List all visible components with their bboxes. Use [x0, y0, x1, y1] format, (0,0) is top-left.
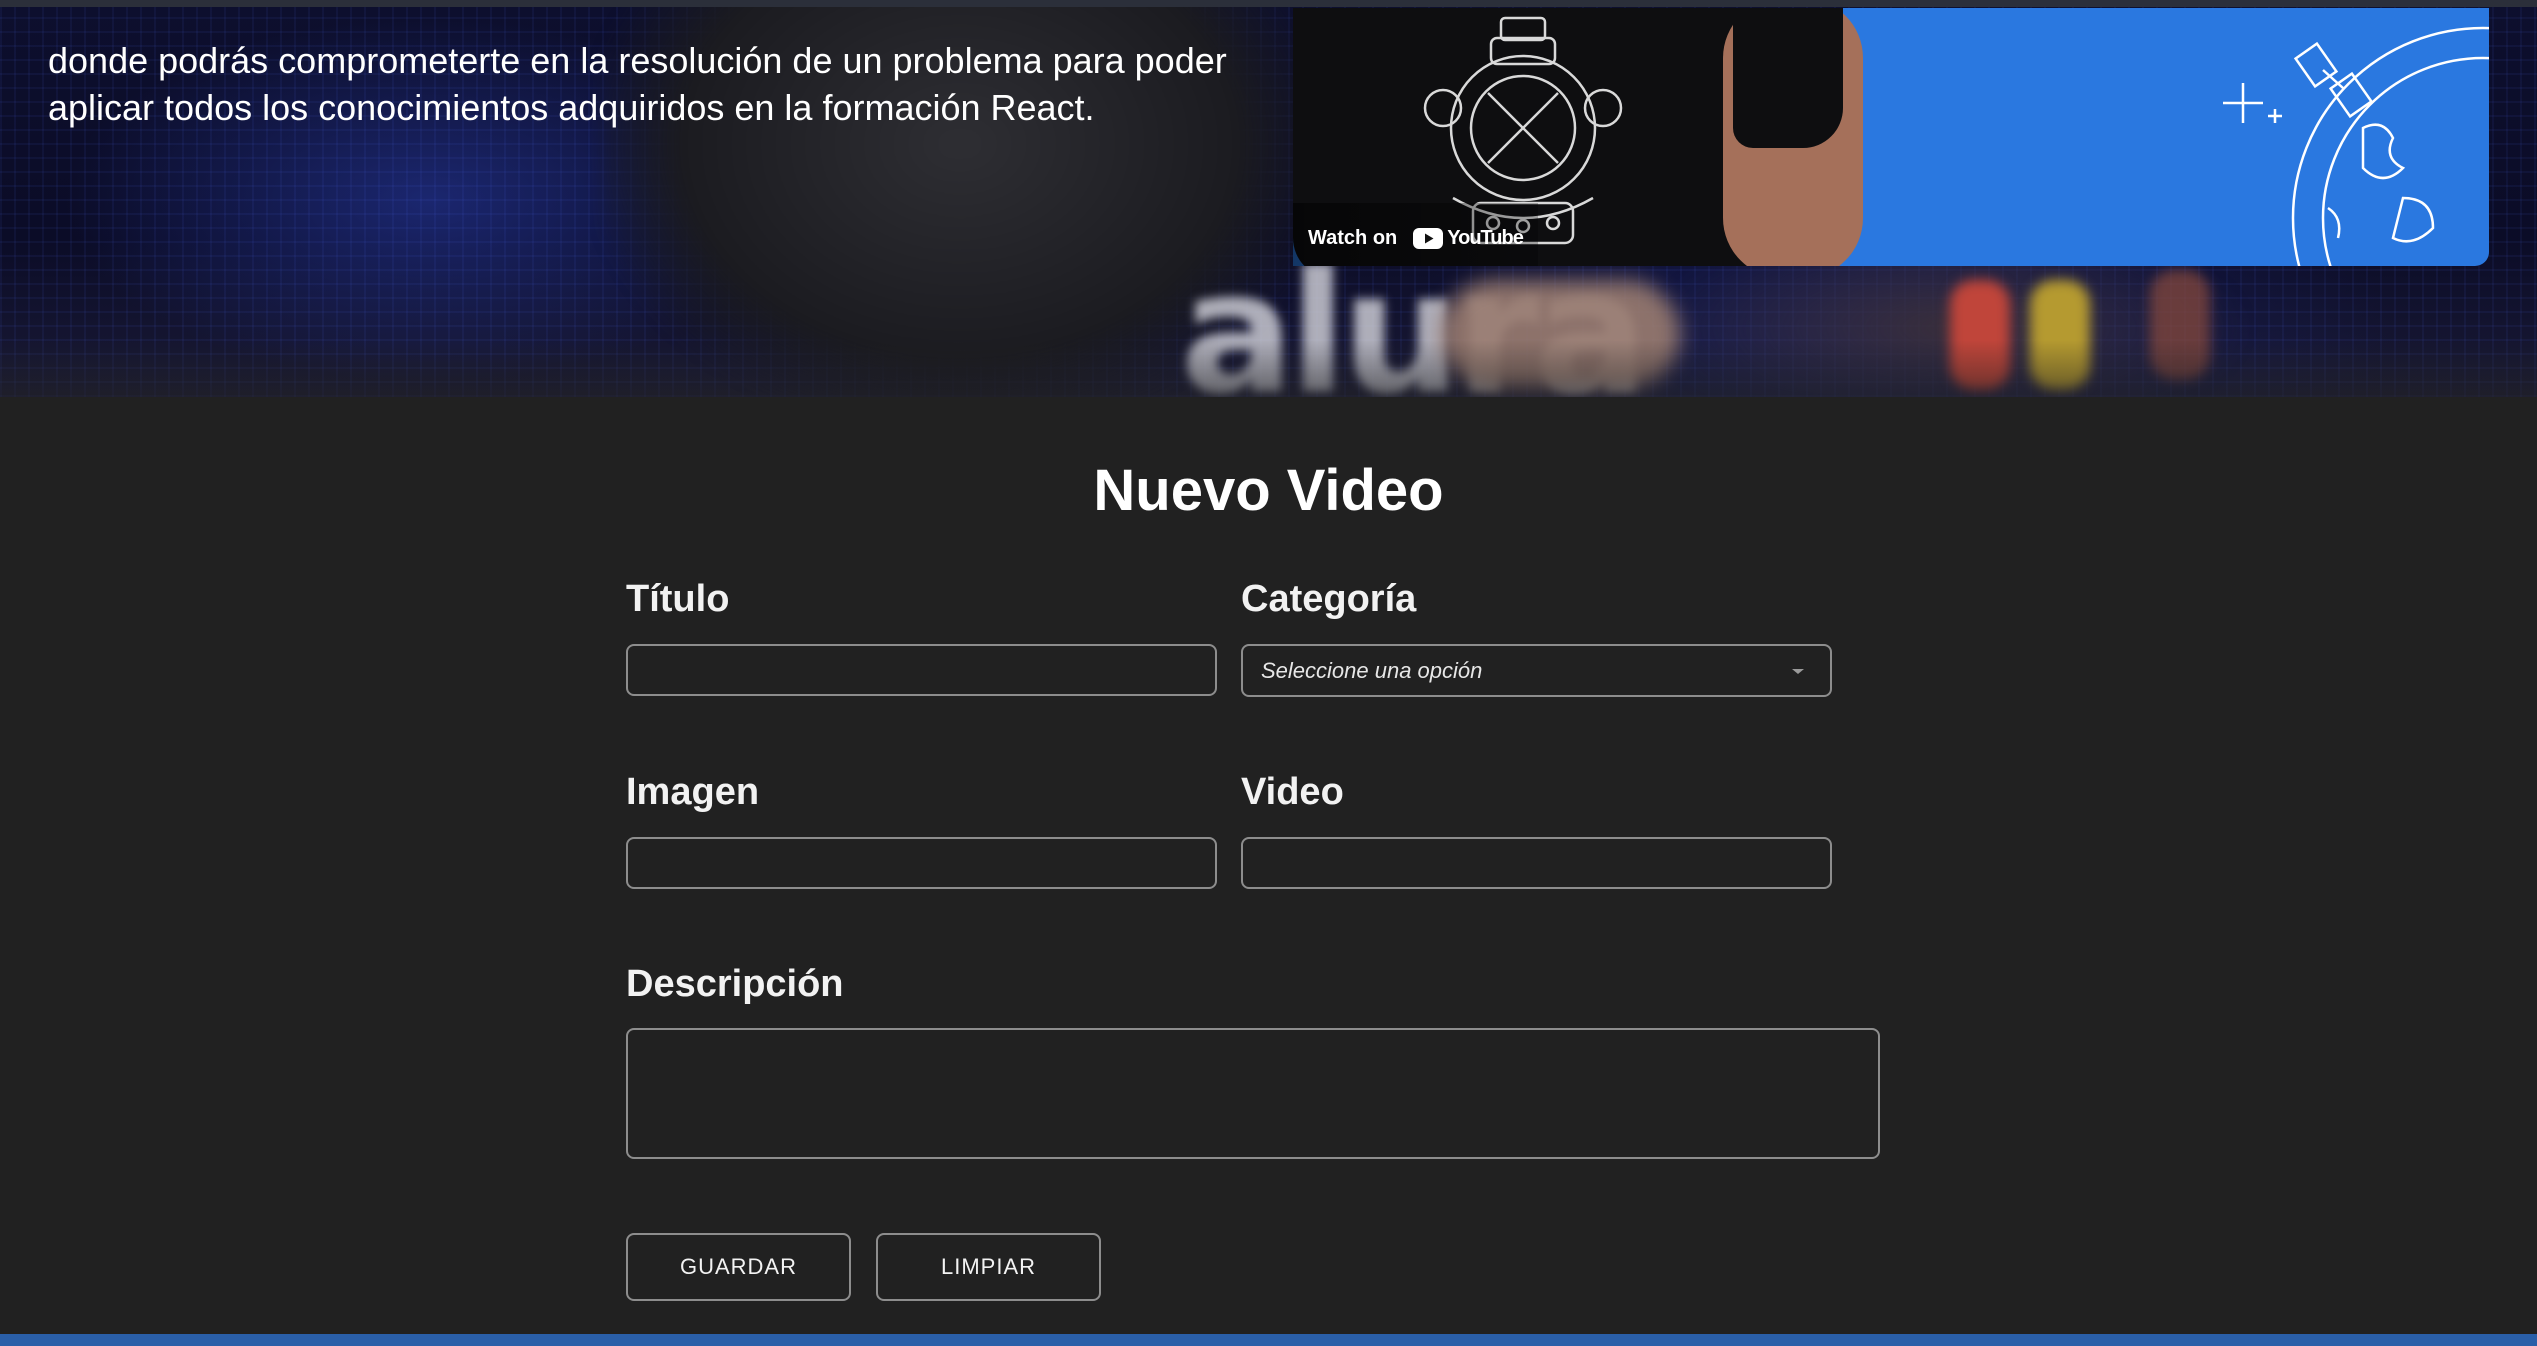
categoria-selected-value: Seleccione una opción: [1261, 658, 1483, 683]
watch-on-label: Watch on: [1308, 226, 1398, 249]
categoria-label: Categoría: [1241, 578, 1417, 620]
watch-on-youtube-button[interactable]: Watch on YouTube: [1293, 203, 1538, 266]
hero-banner: alura donde podrás comprometerte en la r…: [0, 0, 2537, 397]
guardar-button[interactable]: GUARDAR: [626, 1233, 851, 1301]
youtube-logo-icon: [1413, 227, 1444, 249]
titulo-label: Título: [626, 578, 730, 620]
footer-accent-bar: [0, 1334, 2537, 1346]
video-label: Video: [1241, 771, 1344, 813]
categoria-select[interactable]: Seleccione una opción: [1241, 644, 1832, 697]
youtube-wordmark: YouTube: [1447, 226, 1524, 249]
form-title: Nuevo Video: [1093, 458, 1444, 523]
descripcion-textarea[interactable]: [626, 1028, 1880, 1159]
video-url-input[interactable]: [1241, 837, 1832, 889]
descripcion-label: Descripción: [626, 963, 844, 1005]
youtube-video-embed[interactable]: Watch on YouTube: [1293, 8, 2489, 266]
imagen-input[interactable]: [626, 837, 1217, 889]
titulo-input[interactable]: [626, 644, 1217, 696]
top-border: [0, 0, 2537, 7]
limpiar-button[interactable]: LIMPIAR: [876, 1233, 1101, 1301]
globe-satellite-illustration: [2223, 26, 2489, 266]
video-thumbnail-sleeve: [1733, 8, 1843, 148]
imagen-label: Imagen: [626, 771, 760, 813]
dropdown-caret-icon: [1792, 669, 1804, 674]
hero-fade: [0, 340, 2537, 397]
hero-description: donde podrás comprometerte en la resoluc…: [48, 40, 1227, 128]
